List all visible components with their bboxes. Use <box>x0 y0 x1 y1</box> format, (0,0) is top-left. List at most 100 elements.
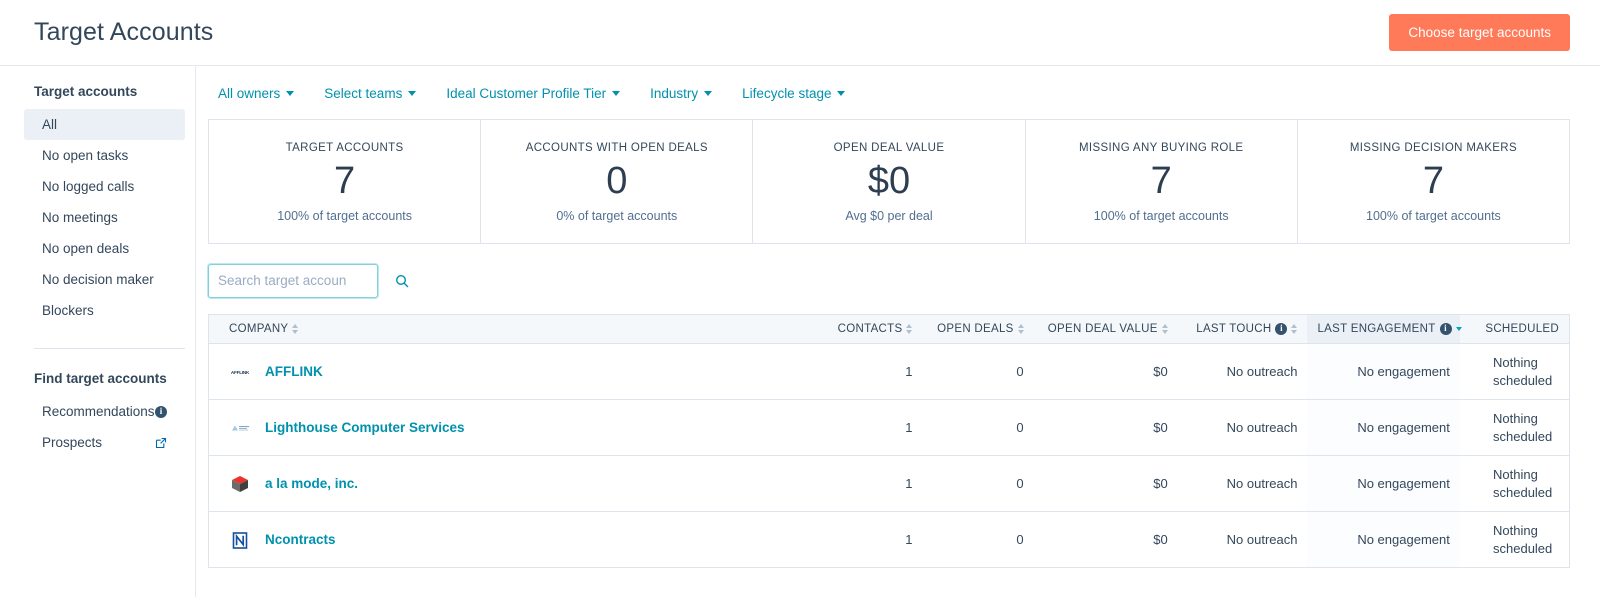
cell-open-deal-value: $0 <box>1033 399 1178 457</box>
cell-company: a la mode, inc. <box>209 455 812 513</box>
stat-value: 7 <box>1422 160 1444 202</box>
sidebar-item-no-decision-maker[interactable]: No decision maker <box>24 264 185 295</box>
sort-arrows-icon[interactable] <box>1291 323 1298 334</box>
cell-open-deal-value: $0 <box>1033 455 1178 513</box>
stat-card-accounts-with-open-deals: ACCOUNTS WITH OPEN DEALS 0 0% of target … <box>481 120 754 243</box>
sidebar-section-title-target-accounts: Target accounts <box>34 84 138 99</box>
cell-open-deals: 0 <box>922 343 1034 401</box>
search-input[interactable] <box>218 273 395 289</box>
info-icon[interactable]: i <box>1275 322 1288 335</box>
cell-scheduled: Nothing scheduled <box>1459 343 1569 401</box>
sidebar-item-blockers[interactable]: Blockers <box>24 295 185 326</box>
cell-scheduled: Nothing scheduled <box>1459 455 1569 513</box>
app-header: Target Accounts Choose target accounts <box>0 0 1600 66</box>
column-header-label: LAST ENGAGEMENT <box>1317 322 1436 335</box>
column-header-company[interactable]: COMPANY <box>209 314 812 345</box>
stat-label: OPEN DEAL VALUE <box>833 142 945 154</box>
sidebar-item-prospects[interactable]: Prospects <box>24 427 185 458</box>
stat-subtext: 100% of target accounts <box>1366 208 1501 223</box>
filter-label: Select teams <box>324 86 403 101</box>
column-header-label: OPEN DEALS <box>937 322 1014 335</box>
table-row[interactable]: Lighthouse Computer Services 1 0 $0 No o… <box>209 399 1569 457</box>
stat-subtext: 0% of target accounts <box>556 208 678 223</box>
company-logo-ncontracts <box>229 529 251 551</box>
search-icon[interactable] <box>395 274 409 288</box>
column-header-scheduled[interactable]: SCHEDULED <box>1459 314 1569 345</box>
search-area <box>196 244 1570 314</box>
sidebar-item-all[interactable]: All <box>24 109 185 140</box>
cell-last-touch: No outreach <box>1177 343 1308 401</box>
stat-value: $0 <box>867 160 911 202</box>
sidebar-item-no-meetings[interactable]: No meetings <box>24 202 185 233</box>
filter-lifecycle-stage[interactable]: Lifecycle stage <box>742 86 846 101</box>
filter-label: Ideal Customer Profile Tier <box>446 86 607 101</box>
chevron-down-icon <box>837 91 846 96</box>
column-header-open-deal-value[interactable]: OPEN DEAL VALUE <box>1033 314 1178 345</box>
sort-descending-icon[interactable] <box>1455 326 1462 331</box>
table-row[interactable]: a la mode, inc. 1 0 $0 No outreach No en… <box>209 455 1569 513</box>
column-header-open-deals[interactable]: OPEN DEALS <box>922 314 1034 345</box>
column-header-label: SCHEDULED <box>1485 322 1559 335</box>
sort-arrows-icon[interactable] <box>1161 323 1168 334</box>
table-row[interactable]: AFFLINK AFFLINK 1 0 $0 No outreach No en… <box>209 343 1569 401</box>
sidebar: Target accounts All No open tasks No log… <box>0 66 196 597</box>
cell-company: Ncontracts <box>209 511 812 569</box>
chevron-down-icon <box>408 91 417 96</box>
column-header-label: CONTACTS <box>837 322 903 335</box>
sidebar-item-no-open-tasks[interactable]: No open tasks <box>24 140 185 171</box>
cell-scheduled: Nothing scheduled <box>1459 399 1569 457</box>
company-logo-afflink: AFFLINK <box>229 361 251 383</box>
stat-value: 7 <box>334 160 356 202</box>
cell-contacts: 1 <box>811 343 923 401</box>
column-header-label: LAST TOUCH <box>1196 322 1272 335</box>
sidebar-item-no-open-deals[interactable]: No open deals <box>24 233 185 264</box>
table-header-row: COMPANY CONTACTS OPEN DEALS OPEN DEAL VA… <box>209 314 1569 345</box>
filter-label: Industry <box>650 86 699 101</box>
cell-open-deals: 0 <box>922 511 1034 569</box>
choose-target-accounts-button[interactable]: Choose target accounts <box>1389 14 1570 51</box>
cell-last-engagement: No engagement <box>1307 343 1460 401</box>
filter-all-owners[interactable]: All owners <box>218 86 295 101</box>
sidebar-section-find-target-accounts: Find target accounts Recommendations i P… <box>0 349 195 458</box>
company-link[interactable]: a la mode, inc. <box>265 476 358 491</box>
cell-last-engagement: No engagement <box>1307 511 1460 569</box>
stat-label: TARGET ACCOUNTS <box>285 142 404 154</box>
filter-select-teams[interactable]: Select teams <box>324 86 417 101</box>
company-link[interactable]: Ncontracts <box>265 532 336 547</box>
stat-subtext: 100% of target accounts <box>1093 208 1229 223</box>
stat-label: ACCOUNTS WITH OPEN DEALS <box>525 142 708 154</box>
stat-label: MISSING ANY BUYING ROLE <box>1079 142 1244 154</box>
filter-industry[interactable]: Industry <box>650 86 713 101</box>
stat-card-missing-any-buying-role: MISSING ANY BUYING ROLE 7 100% of target… <box>1026 120 1298 243</box>
sort-arrows-icon[interactable] <box>906 323 913 334</box>
column-header-last-touch[interactable]: LAST TOUCH i <box>1177 314 1308 345</box>
sidebar-item-label: Recommendations <box>42 404 155 419</box>
stat-card-open-deal-value: OPEN DEAL VALUE $0 Avg $0 per deal <box>753 120 1026 243</box>
stat-label: MISSING DECISION MAKERS <box>1349 142 1517 154</box>
company-link[interactable]: Lighthouse Computer Services <box>265 420 465 435</box>
chevron-down-icon <box>704 91 713 96</box>
company-logo-lighthouse <box>229 417 251 439</box>
cell-contacts: 1 <box>811 511 923 569</box>
sort-arrows-icon[interactable] <box>292 323 299 334</box>
sidebar-item-no-logged-calls[interactable]: No logged calls <box>24 171 185 202</box>
column-header-label: OPEN DEAL VALUE <box>1047 322 1158 335</box>
company-link[interactable]: AFFLINK <box>265 364 323 379</box>
info-icon[interactable]: i <box>1439 322 1452 335</box>
svg-text:AFFLINK: AFFLINK <box>231 369 250 374</box>
cell-open-deal-value: $0 <box>1033 511 1178 569</box>
sidebar-item-label: Prospects <box>42 435 103 450</box>
stat-value: 7 <box>1150 160 1172 202</box>
sidebar-item-recommendations[interactable]: Recommendations i <box>24 396 185 427</box>
cell-scheduled: Nothing scheduled <box>1459 511 1569 569</box>
filter-ideal-customer-profile-tier[interactable]: Ideal Customer Profile Tier <box>446 86 621 101</box>
cell-open-deals: 0 <box>922 455 1034 513</box>
column-header-last-engagement[interactable]: LAST ENGAGEMENT i <box>1307 314 1462 345</box>
stat-subtext: Avg $0 per deal <box>845 208 933 223</box>
external-link-icon <box>155 437 167 449</box>
search-box[interactable] <box>208 263 409 298</box>
sort-arrows-icon[interactable] <box>1017 323 1024 334</box>
column-header-contacts[interactable]: CONTACTS <box>811 314 923 345</box>
chevron-down-icon <box>286 91 295 96</box>
table-row[interactable]: Ncontracts 1 0 $0 No outreach No engagem… <box>209 511 1569 569</box>
